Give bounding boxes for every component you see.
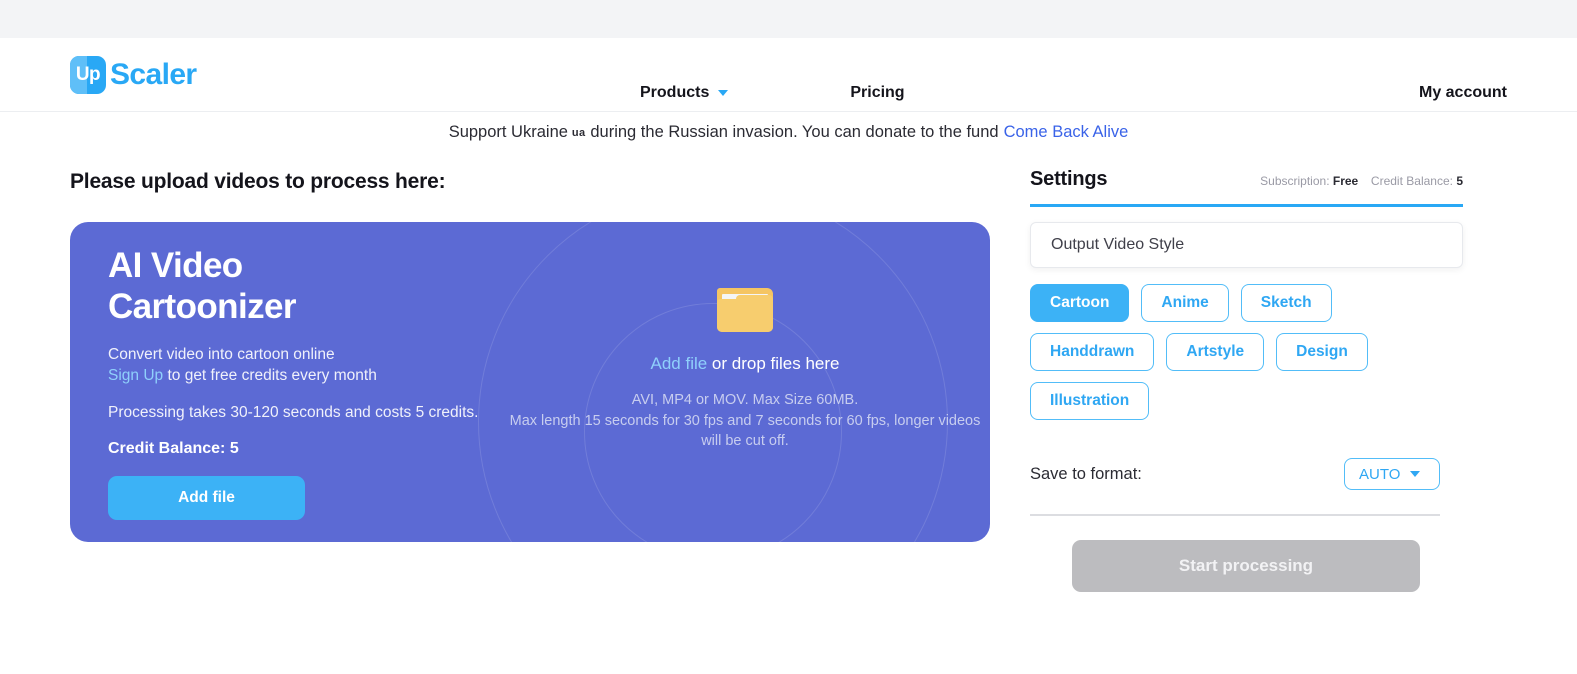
top-browser-strip xyxy=(0,0,1577,38)
settings-panel: Settings Subscription: Free Credit Balan… xyxy=(1030,168,1463,592)
style-chip-cartoon[interactable]: Cartoon xyxy=(1030,284,1130,322)
sign-up-rest: to get free credits every month xyxy=(163,366,377,384)
nav-item-pricing-label: Pricing xyxy=(850,84,905,101)
page-title: Please upload videos to process here: xyxy=(70,170,446,193)
subscription-label: Subscription: xyxy=(1260,174,1330,188)
chevron-down-icon xyxy=(1410,471,1421,477)
upload-card-subtitle-line: Convert video into cartoon online xyxy=(108,346,335,364)
save-format-label: Save to format: xyxy=(1030,464,1142,483)
banner-text-middle: during the Russian invasion. You can don… xyxy=(590,122,999,141)
subscription-value: Free xyxy=(1332,174,1359,188)
style-chip-handdrawn[interactable]: Handdrawn xyxy=(1030,333,1155,371)
upload-card-title: AI Video Cartoonizer xyxy=(108,246,498,327)
ukraine-flag-icon: ua xyxy=(571,127,586,139)
settings-account-meta: Subscription: Free Credit Balance: 5 xyxy=(1260,174,1463,191)
main-navigation: Products Pricing xyxy=(640,76,905,110)
logo-mark-icon: Up xyxy=(70,56,106,94)
upload-card-credit-balance: Credit Balance: 5 xyxy=(108,440,239,458)
come-back-alive-link[interactable]: Come Back Alive xyxy=(1004,123,1129,142)
site-logo[interactable]: Up Scaler xyxy=(70,55,197,95)
folder-front-shape xyxy=(717,295,773,332)
logo-wordmark: Scaler xyxy=(110,58,197,91)
sign-up-link[interactable]: Sign Up xyxy=(108,367,163,384)
settings-title: Settings xyxy=(1030,168,1108,190)
dropzone-main-rest: or drop files here xyxy=(707,354,840,373)
dropzone-hint-line2: Max length 15 seconds for 30 fps and 7 s… xyxy=(509,412,981,450)
site-header: Up Scaler Products Pricing My account xyxy=(0,38,1577,112)
upload-card-info: AI Video Cartoonizer Convert video into … xyxy=(108,246,498,521)
dropzone-hint: AVI, MP4 or MOV. Max Size 60MB. Max leng… xyxy=(500,390,990,452)
settings-header: Settings Subscription: Free Credit Balan… xyxy=(1030,168,1463,207)
nav-item-products-label: Products xyxy=(640,84,710,101)
logo-mark-text: Up xyxy=(75,64,101,85)
my-account-label: My account xyxy=(1418,84,1507,101)
dropzone-main-text: Add file or drop files here xyxy=(500,354,990,374)
style-chip-illustration[interactable]: Illustration xyxy=(1030,382,1150,420)
upload-card-title-line1: AI Video xyxy=(108,246,243,285)
upload-card-title-line2: Cartoonizer xyxy=(108,286,296,326)
credit-balance-label: Credit Balance: xyxy=(1370,174,1453,188)
ukraine-support-banner: Support Ukraine ua during the Russian in… xyxy=(0,112,1577,152)
dropzone-hint-line1: AVI, MP4 or MOV. Max Size 60MB. xyxy=(631,392,859,408)
style-chip-group: Cartoon Anime Sketch Handdrawn Artstyle … xyxy=(1030,284,1402,420)
add-file-button[interactable]: Add file xyxy=(108,476,305,521)
style-chip-anime[interactable]: Anime xyxy=(1141,284,1229,322)
nav-item-pricing[interactable]: Pricing xyxy=(850,84,904,102)
banner-text-before: Support Ukraine xyxy=(448,122,568,141)
style-chip-sketch[interactable]: Sketch xyxy=(1240,284,1332,322)
save-format-select[interactable]: AUTO xyxy=(1344,458,1440,490)
file-dropzone[interactable]: Add file or drop files here AVI, MP4 or … xyxy=(500,288,990,452)
upload-card: AI Video Cartoonizer Convert video into … xyxy=(70,222,990,542)
start-processing-button[interactable]: Start processing xyxy=(1072,540,1420,592)
nav-item-products[interactable]: Products xyxy=(640,84,729,102)
chevron-down-icon xyxy=(718,90,729,96)
style-chip-design[interactable]: Design xyxy=(1276,333,1368,371)
credit-balance-value: 5 xyxy=(1456,174,1463,188)
output-video-style-input[interactable] xyxy=(1030,222,1463,268)
save-format-value: AUTO xyxy=(1359,465,1401,483)
my-account-link[interactable]: My account xyxy=(1419,76,1507,110)
upload-card-signup-line: Sign Up to get free credits every month xyxy=(108,366,498,387)
upload-card-subtitle: Convert video into cartoon online Sign U… xyxy=(108,345,498,386)
folder-icon xyxy=(717,288,773,332)
style-chip-artstyle[interactable]: Artstyle xyxy=(1166,333,1265,371)
upload-card-processing-note: Processing takes 30-120 seconds and cost… xyxy=(108,404,479,422)
save-format-row: Save to format: AUTO xyxy=(1030,458,1440,490)
settings-divider xyxy=(1030,514,1440,516)
dropzone-add-file-link[interactable]: Add file xyxy=(651,354,708,373)
